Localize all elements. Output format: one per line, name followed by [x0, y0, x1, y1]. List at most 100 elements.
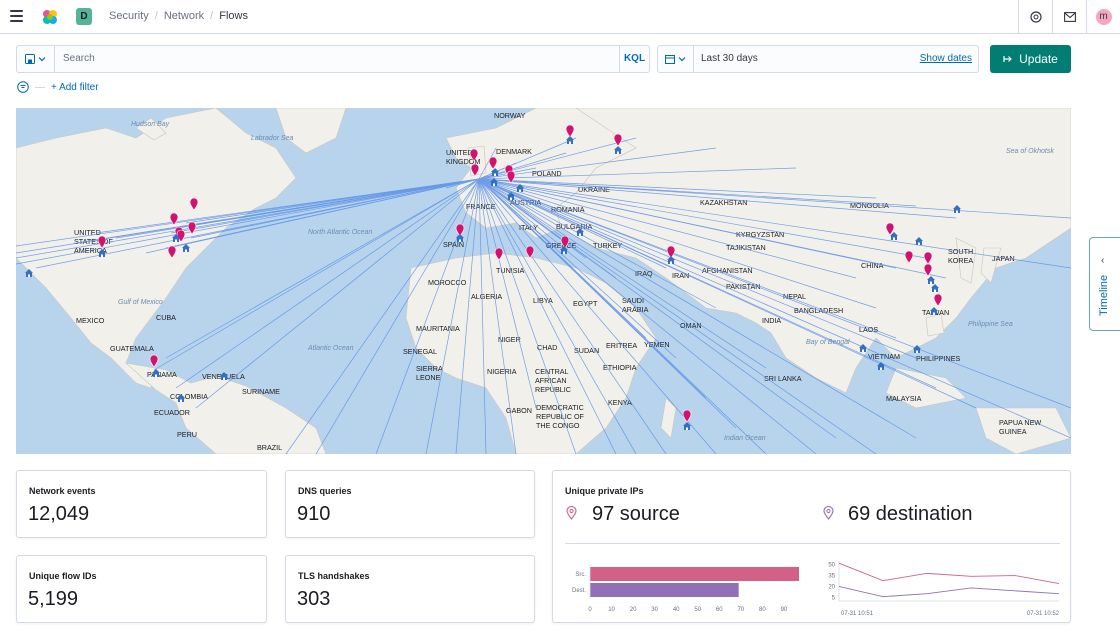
- divider: [565, 543, 1060, 544]
- bar-tick-label: 80: [759, 607, 766, 613]
- country-label: SOUTHKOREA: [948, 247, 973, 265]
- ip-line-chart: 50 35 20 5 07-31 10:51 07-31 10:52: [828, 561, 1060, 617]
- country-label: PANAMA: [147, 370, 177, 379]
- space-avatar[interactable]: D: [76, 8, 92, 25]
- help-icon: [1029, 11, 1042, 23]
- country-label: ETHIOPIA: [603, 363, 637, 372]
- elastic-logo-icon[interactable]: [41, 8, 59, 26]
- kql-toggle-button[interactable]: KQL: [619, 46, 649, 72]
- user-menu-button[interactable]: m: [1086, 0, 1120, 34]
- country-label: MALAYSIA: [886, 394, 922, 403]
- saved-queries-button[interactable]: [17, 46, 55, 72]
- bar-tick-label: 50: [694, 607, 701, 613]
- line-y-tick-label: 50: [828, 563, 835, 569]
- country-label: PHILIPPINES: [916, 354, 961, 363]
- country-label: SIERRA LEONE: [416, 364, 443, 382]
- kpi-network-events: Network events 12,049: [16, 470, 267, 538]
- timeline-label: Timeline: [1098, 274, 1110, 316]
- water-label: Philippine Sea: [968, 321, 1013, 328]
- bar-tick-label: 90: [781, 607, 788, 613]
- country-label: CENTRALAFRICANREPUBLIC: [535, 367, 571, 394]
- country-label: NIGERIA: [487, 367, 517, 376]
- kpi-title: Unique flow IDs: [29, 571, 97, 581]
- bar-tick-label: 0: [588, 607, 592, 613]
- country-label: SURINAME: [242, 387, 280, 396]
- kpi-title: DNS queries: [298, 486, 352, 496]
- country-label: MOROCCO: [428, 278, 467, 287]
- network-map[interactable]: Hudson Bay Labrador Sea North Atlantic Oce…: [16, 108, 1071, 454]
- search-input[interactable]: Search: [63, 53, 95, 64]
- update-label: Update: [1019, 52, 1058, 66]
- chevron-down-icon: [678, 57, 686, 62]
- update-button[interactable]: Update: [990, 45, 1071, 73]
- bar-category-label: Src.: [575, 572, 586, 578]
- refresh-icon: [1003, 56, 1012, 62]
- breadcrumb-security[interactable]: Security: [109, 10, 149, 22]
- country-label: COLOMBIA: [170, 392, 208, 401]
- country-label: BRAZIL: [257, 443, 282, 452]
- show-dates-link[interactable]: Show dates: [920, 53, 972, 64]
- country-label: SRI LANKA: [764, 374, 802, 383]
- bar-tick-label: 30: [651, 607, 658, 613]
- line-y-tick-label: 20: [828, 584, 835, 590]
- mail-icon: [1063, 12, 1076, 22]
- country-label: MEXICO: [76, 316, 105, 325]
- kpi-value: 5,199: [28, 588, 79, 610]
- date-range-text[interactable]: Last 30 days: [701, 53, 758, 64]
- breadcrumb-network[interactable]: Network: [164, 10, 204, 22]
- country-label: NORWAY: [494, 111, 526, 120]
- line-y-tick-label: 5: [832, 595, 836, 601]
- country-label: ECUADOR: [154, 408, 190, 417]
- country-label: GUATEMALA: [110, 344, 154, 353]
- destination-ip-count: 69 destination: [848, 503, 973, 525]
- water-label: Indian Ocean: [724, 435, 766, 442]
- kpi-title: Network events: [29, 486, 96, 496]
- line-series[interactable]: [838, 562, 1060, 584]
- bar[interactable]: [590, 583, 739, 597]
- kpi-value: 12,049: [28, 503, 90, 525]
- filter-row: — + Add filter: [17, 80, 99, 94]
- newsfeed-button[interactable]: [1052, 0, 1086, 34]
- country-label: CHAD: [537, 343, 557, 352]
- timeline-flyout-button[interactable]: ‹ Timeline: [1089, 237, 1120, 331]
- country-label: ERITREA: [606, 341, 637, 350]
- water-label: Hudson Bay: [131, 121, 170, 128]
- kpi-title: TLS handshakes: [298, 571, 370, 581]
- kpi-dns-queries: DNS queries 910: [285, 470, 535, 538]
- line-x-tick-label: 07-31 10:51: [841, 611, 874, 617]
- bar-tick-label: 40: [673, 607, 680, 613]
- save-icon: [25, 54, 35, 64]
- country-label: DEMOCRATICREPUBLIC OFTHE CONGO: [536, 403, 585, 430]
- top-nav: D Security / Network / Flows m: [0, 0, 1120, 34]
- country-label: PERU: [177, 430, 197, 439]
- quick-date-button[interactable]: [658, 46, 694, 72]
- line-y-tick-label: 35: [828, 574, 835, 580]
- map-canvas[interactable]: Hudson Bay Labrador Sea North Atlantic Oce…: [16, 108, 1071, 454]
- water-label: Labrador Sea: [251, 135, 294, 142]
- avatar: m: [1095, 9, 1112, 25]
- kpi-unique-private-ips: Unique private IPs 97 source 69 destinat…: [552, 470, 1071, 623]
- menu-icon[interactable]: [10, 10, 23, 22]
- bar-tick-label: 60: [716, 607, 723, 613]
- kpi-value: 910: [297, 503, 331, 525]
- kpi-title: Unique private IPs: [565, 486, 644, 496]
- kpi-tls-handshakes: TLS handshakes 303: [285, 555, 535, 623]
- kpi-value: 303: [297, 588, 331, 610]
- help-button[interactable]: [1018, 0, 1052, 34]
- add-filter-button[interactable]: + Add filter: [51, 82, 99, 93]
- bar-tick-label: 70: [737, 607, 744, 613]
- water-label: Sea of Okhotsk: [1006, 148, 1054, 155]
- country-label: IRAN: [672, 271, 689, 280]
- filter-options-icon[interactable]: [17, 81, 29, 93]
- country-label: TAJIKISTAN: [726, 243, 766, 252]
- bar[interactable]: [590, 567, 799, 581]
- map-marker-icon: [566, 506, 577, 520]
- bar-category-label: Dest.: [572, 588, 586, 594]
- kpi-unique-flow-ids: Unique flow IDs 5,199: [16, 555, 267, 623]
- bar-tick-label: 10: [608, 607, 615, 613]
- map-marker-icon: [823, 506, 834, 520]
- line-series[interactable]: [838, 586, 1060, 598]
- country-label: NIGER: [498, 335, 521, 344]
- country-label: ALGERIA: [471, 292, 502, 301]
- chevron-down-icon: [38, 57, 46, 62]
